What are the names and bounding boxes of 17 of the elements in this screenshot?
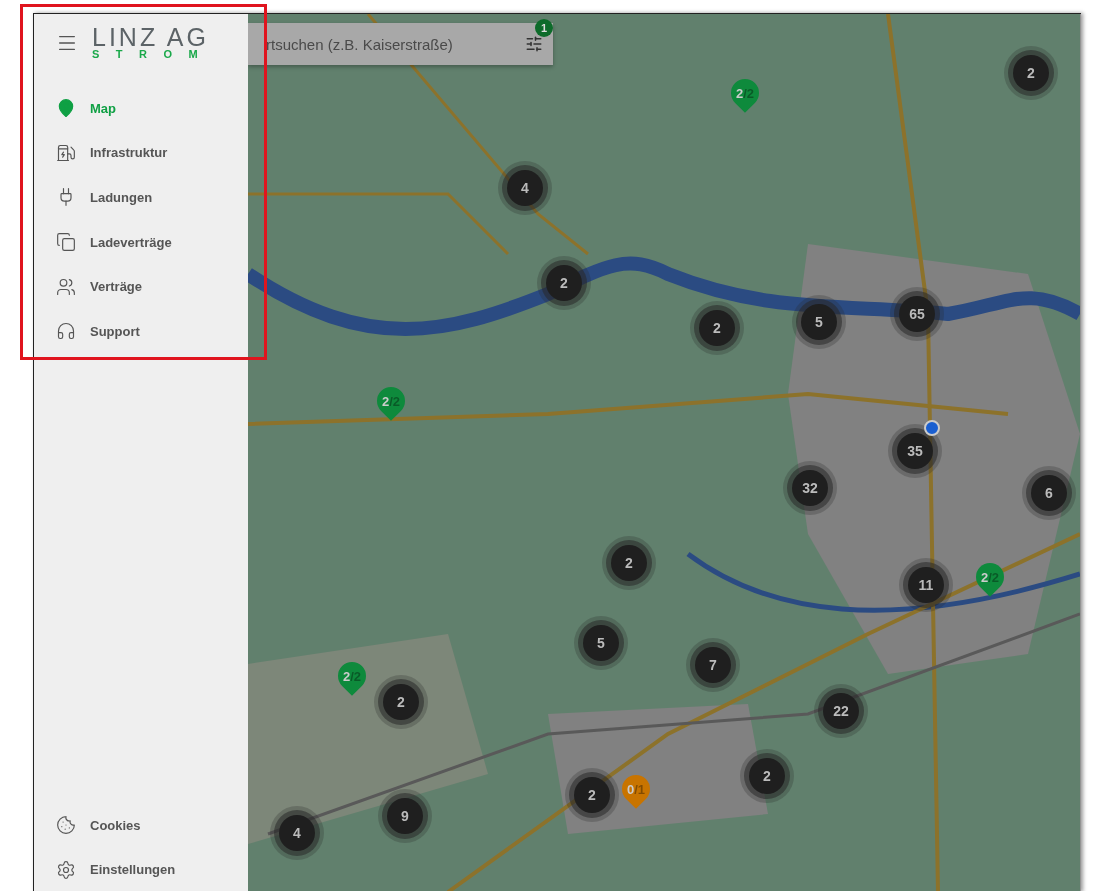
nav-item[interactable]: Einstellungen [34, 847, 248, 891]
people-icon [56, 276, 76, 297]
nav-item[interactable]: Cookies [34, 802, 248, 848]
nav-item[interactable]: Ladeverträge [34, 219, 248, 265]
settings-icon [56, 859, 76, 880]
cookie-icon [56, 815, 76, 836]
nav-item[interactable]: Infrastruktur [34, 130, 248, 176]
charging-station-icon [56, 142, 76, 163]
headset-icon [56, 321, 76, 342]
nav-item[interactable]: Verträge [34, 264, 248, 309]
map-pin-icon [56, 98, 76, 119]
map[interactable]: rtsuchen (z.B. Kaiserstraße) 1 2 4 2 2 5 65 35 32 6 2 11 5 7 2 22 2 2 9 4 2/2 2/2 2/2 2/2 0/1 [248, 14, 1081, 891]
nav-item[interactable]: Ladungen [34, 175, 248, 220]
logo-name: LINZ AG [92, 26, 209, 48]
logo-subtitle: STROM [92, 48, 215, 60]
documents-icon [56, 232, 76, 253]
nav-item[interactable]: Support [34, 308, 248, 354]
